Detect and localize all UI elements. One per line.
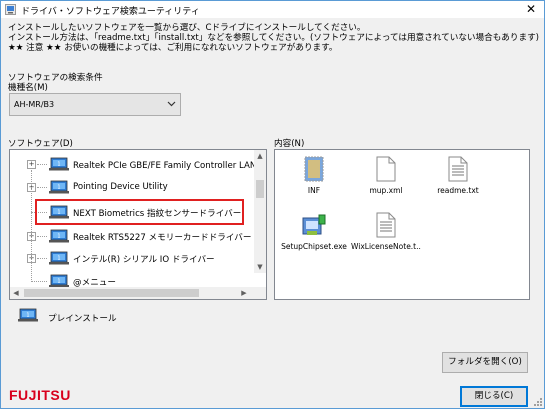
contents-list[interactable]: INF mup.xml readme.txt SetupChipset.exe … [274,149,530,300]
model-select-value: AH-MR/B3 [14,100,55,109]
laptop-icon: 1 [49,157,69,171]
tree-connector [37,164,47,165]
warning-line: ★★ 注意 ★★ お使いの機種によっては、ご利用になれないソフトウェアがあります… [8,43,338,53]
tree-item[interactable]: + 1 Realtek PCIe GBE/FE Family Controlle… [10,154,266,174]
resize-grip-icon[interactable] [533,397,543,407]
file-item-inf[interactable]: INF [279,156,349,210]
software-list-label: ソフトウェア(D) [8,139,73,149]
laptop-icon: 1 [49,180,69,194]
svg-text:1: 1 [26,312,29,318]
installer-icon [302,214,326,235]
close-window-button[interactable]: ✕ [524,2,538,16]
file-name: WixLicenseNote.t... [351,242,421,251]
close-button[interactable]: 閉じる(C) [460,386,528,407]
preinstall-laptop-icon: 1 [18,308,38,322]
document-icon [376,156,396,182]
text-file-icon [448,156,468,182]
svg-text:1: 1 [57,161,60,167]
tree-connector [37,236,47,237]
tree-connector [37,258,47,259]
tree-connector [31,281,47,282]
tree-vertical-scrollbar[interactable]: ▲ ▼ [254,150,266,273]
app-icon [5,4,16,15]
scroll-up-icon[interactable]: ▲ [254,150,266,162]
chevron-down-icon [167,101,176,107]
scroll-right-icon[interactable]: ▶ [238,287,250,299]
window-title: ドライバ・ソフトウェア検索ユーティリティ [21,7,200,17]
tree-item-label: Realtek RTS5227 メモリーカードドライバー [73,233,252,243]
expand-icon[interactable]: + [27,160,36,169]
scroll-left-icon[interactable]: ◀ [10,287,22,299]
preinstall-label: プレインストール [48,314,117,324]
file-name: readme.txt [437,186,479,195]
file-item-mup[interactable]: mup.xml [351,156,421,210]
scroll-thumb[interactable] [256,180,264,198]
laptop-icon: 1 [49,229,69,243]
main-window: ドライバ・ソフトウェア検索ユーティリティ ✕ インストールしたいソフトウェアを一… [0,0,545,409]
contents-label: 内容(N) [274,139,305,149]
open-folder-button[interactable]: フォルダを開く(O) [442,352,528,373]
fujitsu-logo: FUJITSU [9,387,71,403]
tree-item-label: Realtek PCIe GBE/FE Family Controller LA… [73,161,267,171]
svg-text:1: 1 [57,278,60,284]
svg-text:1: 1 [57,255,60,261]
file-item-readme[interactable]: readme.txt [423,156,493,210]
model-select[interactable]: AH-MR/B3 [9,93,181,116]
file-name: SetupChipset.exe [281,242,347,251]
title-bar: ドライバ・ソフトウェア検索ユーティリティ ✕ [1,1,544,18]
svg-text:1: 1 [57,233,60,239]
instruction-line-1: インストールしたいソフトウェアを一覧から選び、Cドライブにインストールしてくださ… [8,23,366,33]
instruction-line-2: インストール方法は、「readme.txt」「install.txt」などを参照… [8,33,540,43]
file-name: mup.xml [369,186,403,195]
tree-connector [37,187,47,188]
tree-item[interactable]: + 1 Realtek RTS5227 メモリーカードドライバー [10,226,258,246]
laptop-icon: 1 [49,251,69,265]
scroll-thumb[interactable] [24,289,199,297]
tree-horizontal-scrollbar[interactable]: ◀ ▶ [10,287,262,299]
tree-item[interactable]: + 1 インテル(R) シリアル IO ドライバー [10,248,258,268]
file-item-setupchipset[interactable]: SetupChipset.exe [279,212,349,266]
highlight-box [35,199,244,225]
svg-text:1: 1 [57,184,60,190]
tree-connector [31,170,32,282]
tree-item[interactable]: + 1 Pointing Device Utility [10,177,258,197]
text-file-icon [376,212,396,238]
file-item-wixlicense[interactable]: WixLicenseNote.t... [351,212,421,266]
scroll-down-icon[interactable]: ▼ [254,261,266,273]
model-name-label: 機種名(M) [8,83,48,93]
file-name: INF [307,186,321,195]
tree-item-label: インテル(R) シリアル IO ドライバー [73,255,215,265]
scroll-corner [254,287,266,299]
tree-item-label: Pointing Device Utility [73,182,168,192]
folder-icon [304,156,324,182]
